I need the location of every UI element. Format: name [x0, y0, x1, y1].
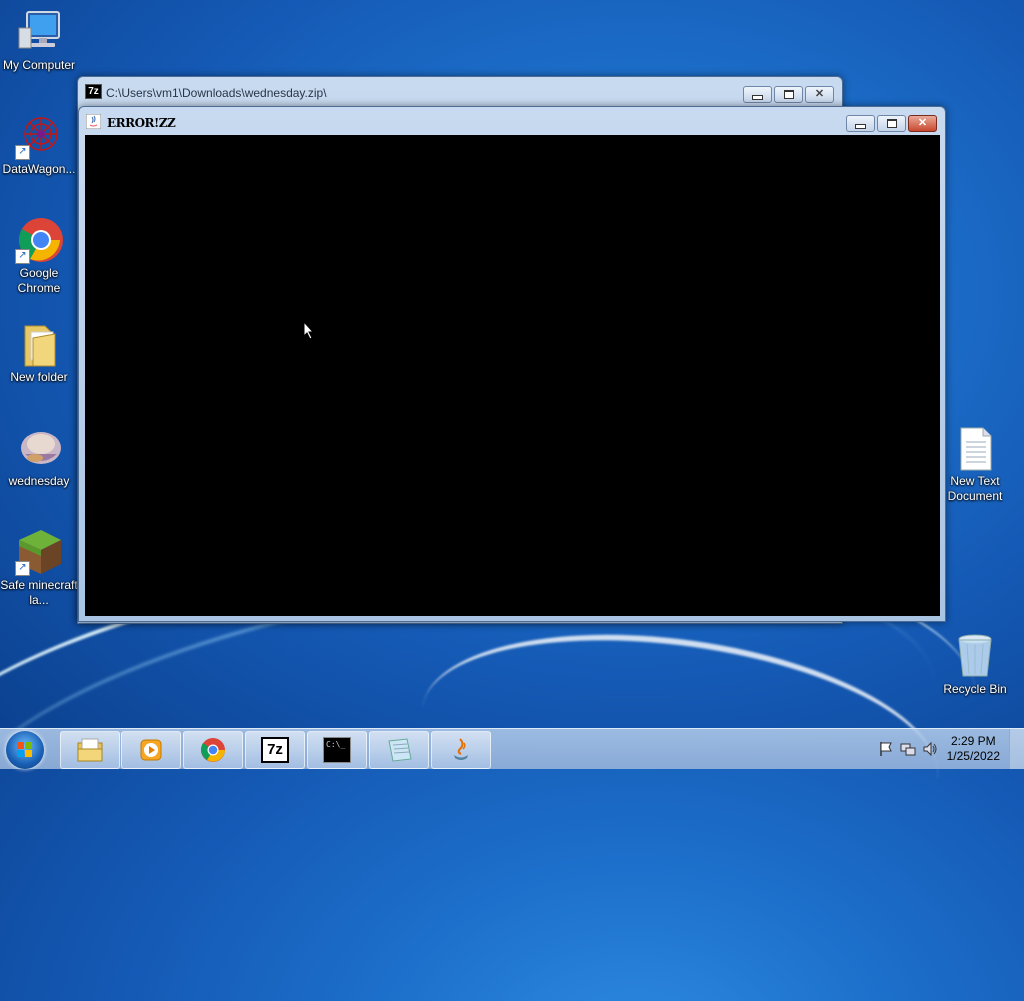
shortcut-arrow-icon: ↗: [15, 249, 30, 264]
start-button[interactable]: [6, 731, 44, 769]
datawagon-icon: ↗: [15, 112, 63, 160]
system-tray: 2:29 PM 1/25/2022: [844, 729, 1024, 769]
7zip-icon: 7z: [261, 737, 289, 763]
java-icon: [454, 738, 468, 760]
window-content-black[interactable]: [85, 135, 940, 616]
java-icon: [85, 113, 102, 130]
minimize-button[interactable]: [846, 115, 875, 132]
minecraft-icon: ↗: [15, 528, 63, 576]
window-title: C:\Users\vm1\Downloads\wednesday.zip\: [106, 86, 327, 100]
clock-date: 1/25/2022: [946, 749, 1000, 763]
show-desktop-button[interactable]: [1009, 729, 1024, 769]
desktop-icon-new-text-document[interactable]: New Text Document: [936, 424, 1014, 504]
taskbar-cmd-button[interactable]: C:\_: [307, 731, 367, 769]
icon-label: wednesday: [8, 474, 70, 488]
icon-label: My Computer: [2, 58, 76, 72]
shortcut-arrow-icon: ↗: [15, 145, 30, 160]
clock[interactable]: 2:29 PM 1/25/2022: [947, 734, 1000, 764]
window-java-error[interactable]: ERROR!ZZ ✕: [78, 106, 946, 622]
explorer-icon: [77, 738, 103, 762]
close-icon: ✕: [917, 117, 928, 129]
shortcut-arrow-icon: ↗: [15, 561, 30, 576]
icon-label: New folder: [10, 370, 68, 384]
desktop-icon-recycle-bin[interactable]: Recycle Bin: [936, 632, 1014, 697]
volume-icon[interactable]: [922, 741, 938, 757]
computer-icon: [15, 8, 63, 56]
maximize-icon: [783, 90, 794, 99]
recycle-bin-icon: [951, 632, 999, 680]
action-center-flag-icon[interactable]: [878, 741, 894, 757]
desktop-icon-safe-minecraft[interactable]: ↗ Safe minecraft la...: [0, 528, 78, 608]
clock-time: 2:29 PM: [950, 734, 996, 748]
network-icon[interactable]: [900, 741, 916, 757]
taskbar-chrome-button[interactable]: [183, 731, 243, 769]
window-title: ERROR!ZZ: [107, 116, 176, 130]
icon-label: DataWagon...: [2, 162, 76, 176]
notepad-icon: [388, 738, 412, 762]
desktop-icon-new-folder[interactable]: New folder: [0, 320, 78, 385]
taskbar-java-button[interactable]: [431, 731, 491, 769]
image-file-icon: [15, 424, 63, 472]
titlebar[interactable]: 7z C:\Users\vm1\Downloads\wednesday.zip\…: [78, 77, 842, 105]
desktop-icon-wednesday[interactable]: wednesday: [0, 424, 78, 489]
minimize-icon: [752, 94, 763, 100]
titlebar[interactable]: ERROR!ZZ ✕: [79, 107, 945, 135]
icon-label: Recycle Bin: [943, 682, 1007, 696]
media-player-icon: [140, 739, 162, 761]
7zip-icon: 7z: [85, 84, 102, 99]
folder-icon: [15, 320, 63, 368]
desktop-icon-google-chrome[interactable]: ↗ Google Chrome: [0, 216, 78, 296]
icon-label: New Text Document: [947, 474, 1003, 503]
taskbar-media-player-button[interactable]: [121, 731, 181, 769]
maximize-icon: [886, 119, 897, 128]
minimize-button[interactable]: [743, 86, 772, 103]
cmd-icon: C:\_: [323, 737, 351, 763]
chrome-icon: [201, 738, 225, 762]
mouse-cursor-icon: [303, 321, 315, 340]
taskbar-notepad-button[interactable]: [369, 731, 429, 769]
maximize-button[interactable]: [774, 86, 803, 103]
chrome-icon: ↗: [15, 216, 63, 264]
maximize-button[interactable]: [877, 115, 906, 132]
close-button[interactable]: ✕: [805, 86, 834, 103]
icon-label: Safe minecraft la...: [0, 578, 78, 607]
minimize-icon: [855, 123, 866, 129]
taskbar-explorer-button[interactable]: [60, 731, 120, 769]
desktop-icon-datawagon[interactable]: ↗ DataWagon...: [0, 112, 78, 177]
windows-logo-icon: [17, 742, 32, 757]
desktop-icon-my-computer[interactable]: My Computer: [0, 8, 78, 73]
close-button[interactable]: ✕: [908, 115, 937, 132]
text-document-icon: [951, 424, 999, 472]
taskbar: 7z C:\_ 2:29 PM 1/25/2022: [0, 728, 1024, 769]
taskbar-7zip-button[interactable]: 7z: [245, 731, 305, 769]
icon-label: Google Chrome: [17, 266, 61, 295]
close-icon: ✕: [814, 88, 825, 100]
